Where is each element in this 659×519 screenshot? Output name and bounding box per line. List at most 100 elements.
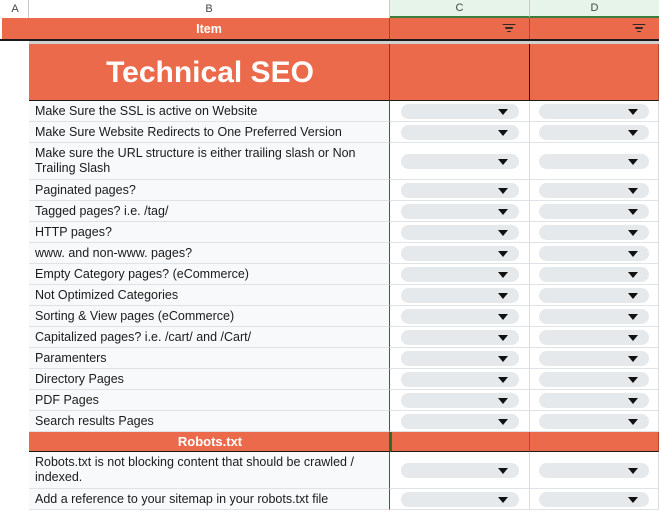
- spreadsheet-grid: A B C D Item Technical SEO Make Sure the…: [0, 0, 659, 519]
- dropdown-chip: [539, 182, 649, 198]
- chevron-down-icon: [497, 377, 508, 383]
- row-dropdown-c[interactable]: [390, 327, 530, 348]
- row-dropdown-c[interactable]: [390, 369, 530, 390]
- row-dropdown-c[interactable]: [390, 390, 530, 411]
- row-dropdown-d[interactable]: [530, 222, 659, 243]
- section-banner-cell-d: [530, 432, 659, 452]
- chevron-down-icon: [497, 209, 508, 215]
- section-banner-cell-c: [390, 432, 530, 452]
- chevron-down-icon: [628, 272, 638, 278]
- section-banner-technical-seo: Technical SEO: [0, 44, 659, 101]
- item-header-cell-d: [530, 18, 659, 39]
- table-row[interactable]: Paramenters: [0, 348, 659, 369]
- section-title-technical-seo: Technical SEO: [29, 44, 390, 101]
- row-dropdown-d[interactable]: [530, 243, 659, 264]
- row-dropdown-d[interactable]: [530, 122, 659, 143]
- row-dropdown-c[interactable]: [390, 306, 530, 327]
- table-row[interactable]: Not Optimized Categories: [0, 285, 659, 306]
- dropdown-chip: [400, 413, 519, 429]
- column-header-a[interactable]: A: [2, 0, 29, 18]
- dropdown-chip: [539, 245, 649, 261]
- chevron-down-icon: [497, 419, 508, 425]
- row-dropdown-c[interactable]: [390, 122, 530, 143]
- row-item-label: Make Sure Website Redirects to One Prefe…: [29, 122, 390, 143]
- dropdown-chip: [539, 371, 649, 387]
- row-dropdown-d[interactable]: [530, 369, 659, 390]
- row-dropdown-d[interactable]: [530, 489, 659, 510]
- chevron-down-icon: [497, 468, 508, 474]
- table-row[interactable]: Make Sure the SSL is active on Website: [0, 101, 659, 122]
- chevron-down-icon: [628, 293, 638, 299]
- chevron-down-icon: [497, 159, 508, 165]
- dropdown-chip: [400, 266, 519, 282]
- table-row[interactable]: Search results Pages: [0, 411, 659, 432]
- row-gutter-cell: [0, 411, 29, 432]
- row-gutter-cell: [0, 489, 29, 510]
- table-row[interactable]: Paginated pages?: [0, 180, 659, 201]
- column-header-c[interactable]: C: [390, 0, 530, 18]
- table-row[interactable]: Add a reference to your sitemap in your …: [0, 489, 659, 510]
- dropdown-chip: [539, 124, 649, 140]
- row-dropdown-d[interactable]: [530, 411, 659, 432]
- dropdown-chip: [400, 287, 519, 303]
- row-gutter-cell: [0, 306, 29, 327]
- table-row[interactable]: HTTP pages?: [0, 222, 659, 243]
- table-row[interactable]: Directory Pages: [0, 369, 659, 390]
- row-dropdown-d[interactable]: [530, 348, 659, 369]
- row-dropdown-c[interactable]: [390, 348, 530, 369]
- filter-icon-c[interactable]: [502, 23, 515, 34]
- chevron-down-icon: [497, 356, 508, 362]
- table-row[interactable]: Make sure the URL structure is either tr…: [0, 143, 659, 180]
- row-dropdown-c[interactable]: [390, 201, 530, 222]
- row-dropdown-d[interactable]: [530, 101, 659, 122]
- filter-icon-d[interactable]: [632, 23, 645, 34]
- row-dropdown-c[interactable]: [390, 143, 530, 180]
- chevron-down-icon: [497, 272, 508, 278]
- chevron-down-icon: [497, 230, 508, 236]
- row-dropdown-c[interactable]: [390, 243, 530, 264]
- row-dropdown-c[interactable]: [390, 285, 530, 306]
- item-header-cell-a: [2, 18, 29, 39]
- table-row[interactable]: Tagged pages? i.e. /tag/: [0, 201, 659, 222]
- row-dropdown-c[interactable]: [390, 411, 530, 432]
- row-gutter-cell: [0, 264, 29, 285]
- row-dropdown-d[interactable]: [530, 306, 659, 327]
- row-item-label: Tagged pages? i.e. /tag/: [29, 201, 390, 222]
- row-gutter-cell: [0, 222, 29, 243]
- sheet-body: Item Technical SEO Make Sure the SSL is …: [0, 18, 659, 519]
- table-row[interactable]: Capitalized pages? i.e. /cart/ and /Cart…: [0, 327, 659, 348]
- row-item-label: Make sure the URL structure is either tr…: [29, 143, 390, 180]
- row-dropdown-c[interactable]: [390, 222, 530, 243]
- column-header-d[interactable]: D: [530, 0, 659, 18]
- row-dropdown-c[interactable]: [390, 101, 530, 122]
- row-item-label: Sorting & View pages (eCommerce): [29, 306, 390, 327]
- row-dropdown-d[interactable]: [530, 285, 659, 306]
- item-header-cell-c: [390, 18, 530, 39]
- row-dropdown-d[interactable]: [530, 452, 659, 489]
- row-dropdown-d[interactable]: [530, 201, 659, 222]
- row-item-label: Search results Pages: [29, 411, 390, 432]
- table-row[interactable]: PDF Pages: [0, 390, 659, 411]
- row-dropdown-d[interactable]: [530, 143, 659, 180]
- row-dropdown-c[interactable]: [390, 452, 530, 489]
- dropdown-chip: [539, 413, 649, 429]
- row-dropdown-c[interactable]: [390, 180, 530, 201]
- dropdown-chip: [400, 103, 519, 119]
- table-row[interactable]: Robots.txt is not blocking content that …: [0, 452, 659, 489]
- chevron-down-icon: [628, 230, 638, 236]
- section-title-robots-txt: Robots.txt: [29, 432, 390, 452]
- column-header-b[interactable]: B: [29, 0, 390, 18]
- row-dropdown-c[interactable]: [390, 489, 530, 510]
- row-gutter-cell: [0, 452, 29, 489]
- row-dropdown-d[interactable]: [530, 327, 659, 348]
- table-row[interactable]: Sorting & View pages (eCommerce): [0, 306, 659, 327]
- row-dropdown-d[interactable]: [530, 180, 659, 201]
- chevron-down-icon: [628, 130, 638, 136]
- table-row[interactable]: www. and non-www. pages?: [0, 243, 659, 264]
- table-row[interactable]: Make Sure Website Redirects to One Prefe…: [0, 122, 659, 143]
- chevron-down-icon: [628, 209, 638, 215]
- table-row[interactable]: Empty Category pages? (eCommerce): [0, 264, 659, 285]
- row-dropdown-c[interactable]: [390, 264, 530, 285]
- row-dropdown-d[interactable]: [530, 390, 659, 411]
- row-dropdown-d[interactable]: [530, 264, 659, 285]
